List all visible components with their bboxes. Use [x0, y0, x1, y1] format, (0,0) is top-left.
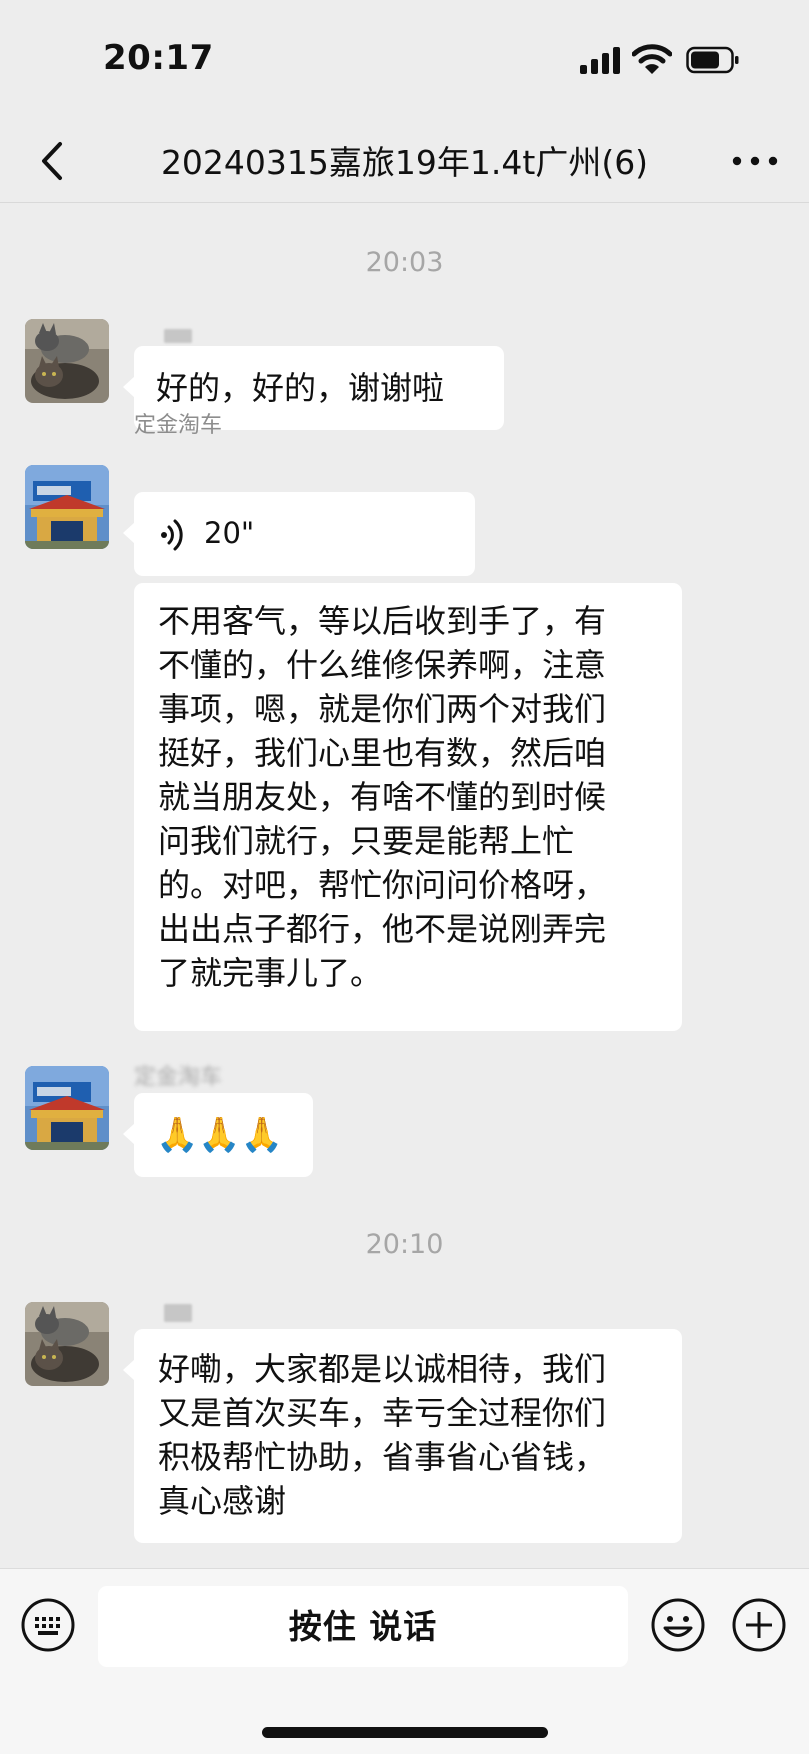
- chat-header: 20240315嘉旅19年1.4t广州(6): [0, 120, 809, 203]
- emoji-button[interactable]: [650, 1597, 706, 1653]
- status-bar: 20:17: [0, 0, 809, 120]
- voice-duration: 20": [204, 516, 255, 550]
- message-line: 就当朋友处，有啥不懂的到时候: [158, 778, 607, 816]
- hold-to-talk-button[interactable]: 按住 说话: [98, 1586, 628, 1667]
- keyboard-icon: [21, 1598, 75, 1652]
- message-line: 不用客气，等以后收到手了，有: [158, 602, 607, 640]
- more-actions-button[interactable]: [731, 1597, 787, 1653]
- plus-icon: [732, 1598, 786, 1652]
- message-line: 积极帮忙协助，省事省心省钱，: [158, 1438, 607, 1476]
- keyboard-toggle-button[interactable]: [20, 1597, 76, 1653]
- status-time: 20:17: [103, 38, 214, 78]
- message-line: 出出点子都行，他不是说刚弄完: [158, 910, 607, 948]
- message-line: 的。对吧，帮忙你问问价格呀，: [158, 866, 607, 904]
- message-line: 又是首次买车，幸亏全过程你们: [158, 1394, 607, 1432]
- message-line: 了就完事儿了。: [158, 954, 383, 992]
- more-button[interactable]: [727, 134, 783, 188]
- home-indicator: [262, 1727, 548, 1738]
- voice-message[interactable]: 20": [123, 492, 475, 576]
- avatar-dealer[interactable]: [25, 465, 109, 549]
- signal-bars-icon: [580, 46, 622, 74]
- message-bubble[interactable]: 好嘞，大家都是以诚相待，我们 又是首次买车，幸亏全过程你们 积极帮忙协助，省事省…: [123, 1329, 682, 1543]
- avatar-cat[interactable]: [25, 1302, 109, 1386]
- battery-icon: [686, 46, 739, 74]
- message-line: 事项，嗯，就是你们两个对我们: [158, 690, 607, 728]
- wifi-icon: [632, 44, 672, 74]
- message-text: 好的，好的，谢谢啦: [156, 369, 445, 407]
- chat-title: 20240315嘉旅19年1.4t广州(6): [160, 143, 649, 182]
- pray-emoji-icon: 🙏🙏🙏: [156, 1115, 284, 1155]
- sender-name: 定金淘车: [134, 413, 223, 438]
- input-bar: 按住 说话: [0, 1568, 809, 1754]
- message-line: 不懂的，什么维修保养啊，注意: [158, 646, 607, 684]
- sender-name-blurred: [164, 329, 192, 343]
- message-line: 好嘞，大家都是以诚相待，我们: [158, 1350, 607, 1388]
- emoji-message[interactable]: 🙏🙏🙏: [123, 1093, 313, 1177]
- timestamp: 20:10: [365, 1229, 444, 1260]
- chevron-left-icon: [42, 142, 62, 180]
- back-button[interactable]: [26, 134, 80, 188]
- sender-name-blurred: 定金淘车: [134, 1065, 223, 1090]
- avatar-cat[interactable]: [25, 319, 109, 403]
- message-list[interactable]: 20:03 好的，好的，谢谢啦 定金淘车 20" 不用客气，等以后收到手了，有 …: [0, 203, 809, 1568]
- more-dots-icon: [732, 156, 778, 166]
- timestamp: 20:03: [365, 247, 444, 278]
- voice-wave-icon: [161, 519, 183, 551]
- message-bubble[interactable]: 不用客气，等以后收到手了，有 不懂的，什么维修保养啊，注意 事项，嗯，就是你们两…: [134, 583, 682, 1031]
- message-line: 问我们就行，只要是能帮上忙: [158, 822, 575, 860]
- avatar-dealer[interactable]: [25, 1066, 109, 1150]
- emoji-icon: [651, 1598, 705, 1652]
- sender-name-blurred: [164, 1304, 192, 1322]
- message-line: 真心感谢: [158, 1482, 287, 1520]
- message-line: 挺好，我们心里也有数，然后咱: [158, 734, 607, 772]
